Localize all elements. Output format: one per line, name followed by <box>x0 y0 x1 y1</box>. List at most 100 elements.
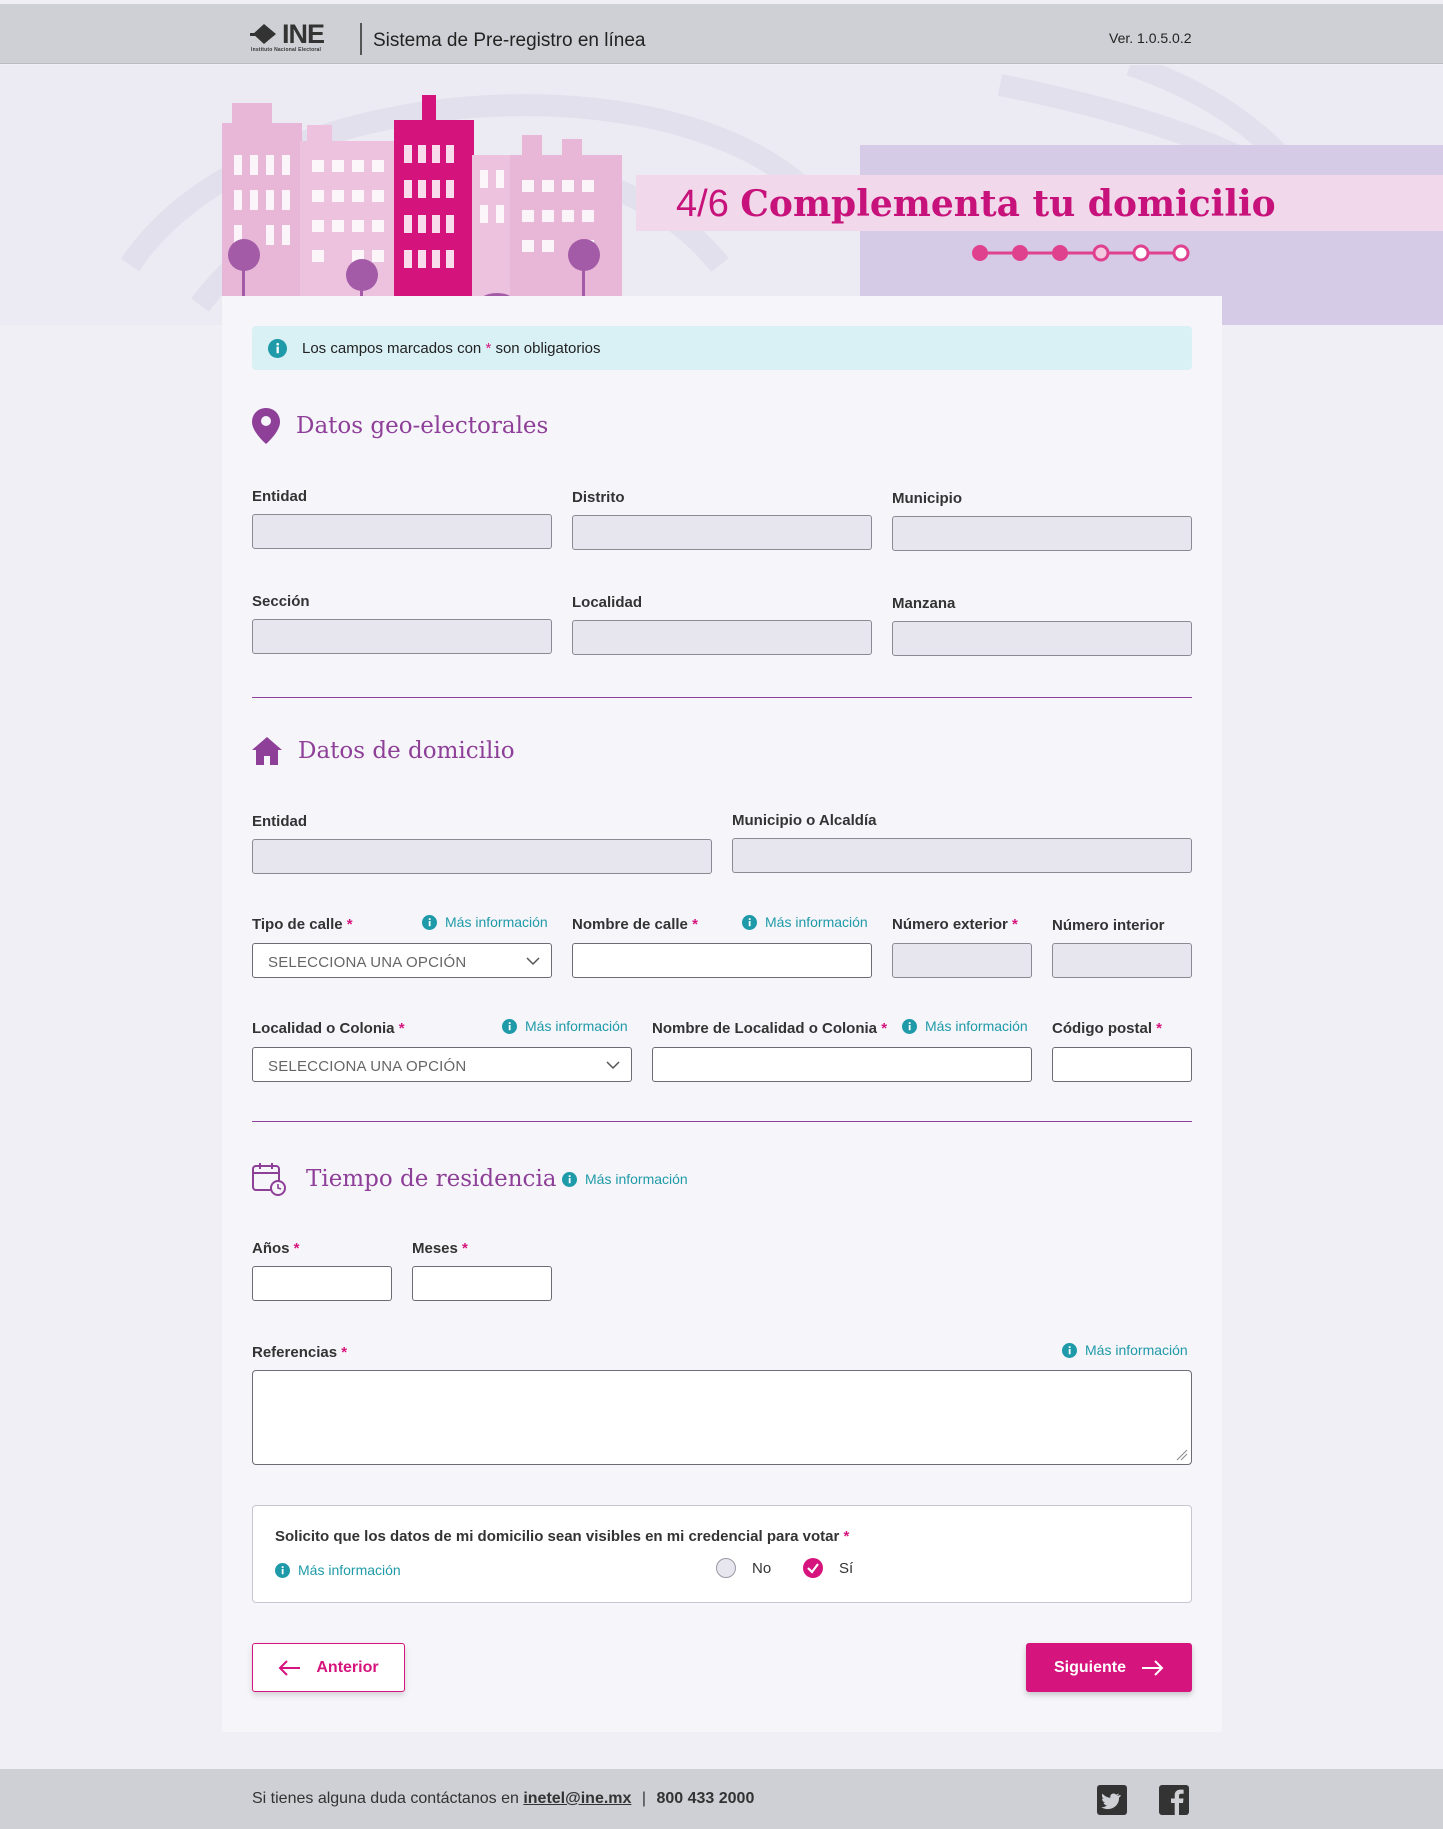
logo-subtitle: Instituto Nacional Electoral <box>251 47 322 53</box>
more-info-residencia[interactable]: Más información <box>562 1171 688 1187</box>
radio-si[interactable]: Sí <box>803 1558 853 1578</box>
numero-exterior-field[interactable] <box>892 943 1032 978</box>
more-info-label: Más información <box>585 1171 688 1187</box>
numero-exterior-text: Número exterior <box>892 916 1008 933</box>
entidad-geo-field[interactable] <box>252 514 552 549</box>
logo-divider <box>360 23 362 55</box>
nombre-localidad-input[interactable] <box>652 1047 1032 1082</box>
notice-text-after: son obligatorios <box>495 340 601 357</box>
more-info-nombre-calle[interactable]: Más información <box>742 914 868 930</box>
more-info-localidad-colonia[interactable]: Más información <box>502 1018 628 1034</box>
chevron-down-icon <box>526 957 540 966</box>
label-entidad-domicilio: Entidad <box>252 813 307 830</box>
label-referencias: Referencias * <box>252 1344 347 1361</box>
label-municipio-alcaldia: Municipio o Alcaldía <box>732 812 877 829</box>
geo-section-header: Datos geo-electorales <box>252 408 548 444</box>
nombre-calle-text: Nombre de calle <box>572 916 688 933</box>
label-localidad-colonia: Localidad o Colonia * <box>252 1020 405 1037</box>
top-bar: INE Instituto Nacional Electoral Sistema… <box>0 4 1443 64</box>
label-nombre-calle: Nombre de calle * <box>572 916 698 933</box>
info-icon <box>502 1018 517 1034</box>
required-notice: Los campos marcados con * son obligatori… <box>252 326 1192 370</box>
tipo-calle-select[interactable]: SELECCIONA UNA OPCIÓN <box>252 943 552 978</box>
previous-button-label: Anterior <box>316 1658 379 1676</box>
municipio-alcaldia-field[interactable] <box>732 838 1192 873</box>
required-asterisk: * <box>692 916 698 933</box>
footer-email-link[interactable]: inetel@ine.mx <box>523 1790 631 1807</box>
more-info-referencias[interactable]: Más información <box>1062 1342 1188 1358</box>
visible-address-box: Solicito que los datos de mi domicilio s… <box>252 1505 1192 1603</box>
more-info-label: Más información <box>298 1562 401 1578</box>
label-entidad-geo: Entidad <box>252 488 307 505</box>
info-icon <box>562 1171 577 1187</box>
chevron-down-icon <box>606 1061 620 1070</box>
nombre-calle-input[interactable] <box>572 943 872 978</box>
required-asterisk: * <box>341 1344 348 1361</box>
form-card: Los campos marcados con * son obligatori… <box>222 296 1222 1732</box>
entidad-domicilio-field[interactable] <box>252 839 712 874</box>
hero-banner: 4/6 Complementa tu domicilio <box>0 65 1443 325</box>
label-distrito: Distrito <box>572 489 625 506</box>
more-info-tipo-calle[interactable]: Más información <box>422 914 548 930</box>
home-icon <box>252 737 282 765</box>
localidad-field[interactable] <box>572 620 872 655</box>
residencia-section-header: Tiempo de residencia <box>252 1162 557 1196</box>
footer-contact: Si tienes alguna duda contáctanos en ine… <box>252 1790 754 1808</box>
notice-asterisk: * <box>485 340 492 357</box>
section-divider <box>252 697 1192 698</box>
label-numero-interior: Número interior <box>1052 917 1165 934</box>
meses-text: Meses <box>412 1240 458 1257</box>
required-asterisk: * <box>293 1240 300 1257</box>
required-asterisk: * <box>881 1020 888 1037</box>
app-title: Sistema de Pre-registro en línea <box>373 30 646 51</box>
codigo-postal-input[interactable] <box>1052 1047 1192 1082</box>
facebook-icon[interactable] <box>1159 1785 1189 1815</box>
radio-checked-icon <box>803 1558 823 1578</box>
visible-question-text: Solicito que los datos de mi domicilio s… <box>275 1528 840 1545</box>
geo-section-title: Datos geo-electorales <box>296 413 549 439</box>
visible-question: Solicito que los datos de mi domicilio s… <box>275 1528 849 1545</box>
label-tipo-calle: Tipo de calle * <box>252 916 353 933</box>
logo-text: INE <box>282 19 325 49</box>
manzana-field[interactable] <box>892 621 1192 656</box>
label-anios: Años * <box>252 1240 300 1257</box>
required-asterisk: * <box>398 1020 405 1037</box>
step-name: Complementa tu domicilio <box>740 183 1276 225</box>
info-icon <box>268 339 287 358</box>
info-icon <box>902 1018 917 1034</box>
step-number: 4/6 <box>676 183 729 225</box>
select-placeholder: SELECCIONA UNA OPCIÓN <box>268 954 467 971</box>
more-info-nombre-localidad[interactable]: Más información <box>902 1018 1028 1034</box>
referencias-textarea[interactable] <box>252 1370 1192 1465</box>
label-localidad: Localidad <box>572 594 643 611</box>
label-municipio: Municipio <box>892 490 962 507</box>
radio-no[interactable]: No <box>716 1558 771 1578</box>
meses-input[interactable] <box>412 1266 552 1301</box>
numero-interior-field[interactable] <box>1052 943 1192 978</box>
municipio-field[interactable] <box>892 516 1192 551</box>
localidad-colonia-select[interactable]: SELECCIONA UNA OPCIÓN <box>252 1047 632 1082</box>
more-info-label: Más información <box>445 914 548 930</box>
previous-button[interactable]: Anterior <box>252 1643 405 1692</box>
twitter-icon[interactable] <box>1097 1785 1127 1815</box>
notice-text-before: Los campos marcados con <box>302 340 482 357</box>
section-divider <box>252 1121 1192 1122</box>
more-info-visible[interactable]: Más información <box>275 1562 401 1578</box>
label-manzana: Manzana <box>892 595 956 612</box>
residencia-section-title: Tiempo de residencia <box>306 1166 557 1192</box>
seccion-field[interactable] <box>252 619 552 654</box>
info-icon <box>742 914 757 930</box>
next-button[interactable]: Siguiente <box>1026 1643 1192 1692</box>
distrito-field[interactable] <box>572 515 872 550</box>
notice-text: Los campos marcados con * son obligatori… <box>302 340 601 357</box>
resize-handle-icon[interactable] <box>1176 1449 1188 1461</box>
info-icon <box>422 914 437 930</box>
localidad-colonia-text: Localidad o Colonia <box>252 1020 395 1037</box>
footer-phone: 800 433 2000 <box>656 1790 755 1807</box>
anios-input[interactable] <box>252 1266 392 1301</box>
arrow-left-icon <box>278 1659 301 1676</box>
version-label: Ver. 1.0.5.0.2 <box>1109 30 1192 46</box>
arrow-right-icon <box>1142 1659 1164 1676</box>
info-icon <box>275 1562 290 1578</box>
next-button-label: Siguiente <box>1053 1658 1126 1676</box>
